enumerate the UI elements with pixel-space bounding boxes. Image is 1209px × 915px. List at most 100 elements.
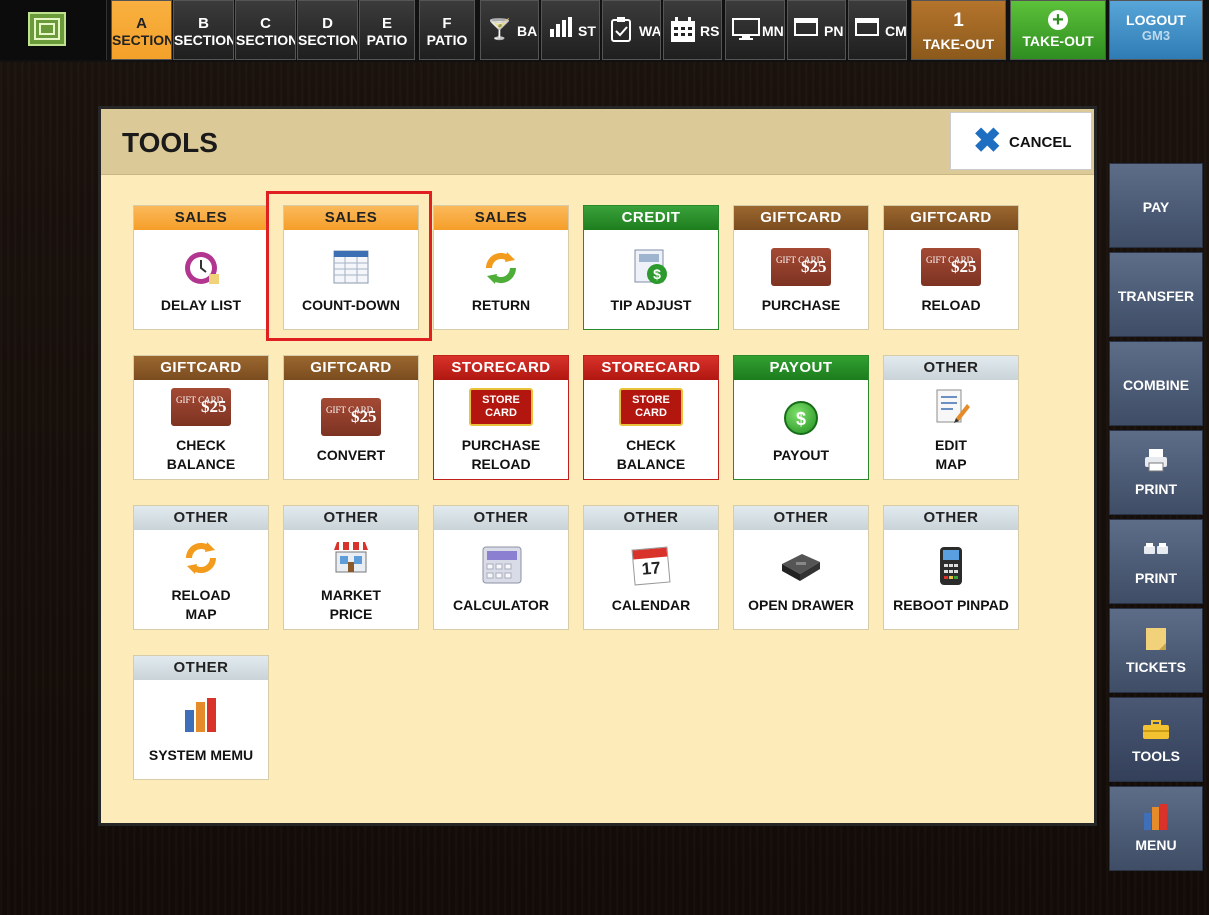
tool-tile-tip-adjust[interactable]: CREDIT $ TIP ADJUST — [583, 205, 719, 330]
tool-tile-calendar[interactable]: OTHER 17 CALENDAR — [583, 505, 719, 630]
tool-tile-giftcard-check-balance[interactable]: GIFTCARD GIFT CARD $25 CHECK BALANCE — [133, 355, 269, 480]
tile-label: PAYOUT — [772, 447, 829, 463]
tile-label: CALENDAR — [611, 597, 691, 613]
sidebar-item-label: COMBINE — [1122, 377, 1190, 393]
sidebar-transfer-button[interactable]: TRANSFER — [1109, 252, 1203, 337]
cm-button-label: CM — [885, 23, 907, 39]
tool-tile-payout[interactable]: PAYOUT $ PAYOUT — [733, 355, 869, 480]
tile-category: SALES — [134, 206, 268, 230]
edit-doc-icon — [934, 388, 970, 431]
section-label: SECTION — [298, 32, 358, 48]
monitor-button[interactable]: MN — [725, 0, 785, 60]
logout-button[interactable]: LOGOUT GM3 — [1109, 0, 1203, 60]
sidebar-item-label: PRINT — [1135, 481, 1177, 497]
logout-label: LOGOUT — [1126, 12, 1186, 28]
sidebar-pay-button[interactable]: PAY — [1109, 163, 1203, 248]
svg-text:$: $ — [653, 266, 661, 282]
cash-drawer-icon — [780, 552, 822, 587]
clipboard-icon — [609, 17, 633, 49]
tool-tile-giftcard-reload[interactable]: GIFTCARD GIFT CARD $25 RELOAD — [883, 205, 1019, 330]
tile-category: GIFTCARD — [284, 356, 418, 380]
tool-tile-calculator[interactable]: OTHER CALCULATOR — [433, 505, 569, 630]
tile-category: OTHER — [584, 506, 718, 530]
tile-label: EDIT MAP — [935, 437, 967, 472]
tool-tile-delay-list[interactable]: SALES DELAY LIST — [133, 205, 269, 330]
sidebar-menu-button[interactable]: MENU — [1109, 786, 1203, 871]
section-letter: B — [198, 15, 209, 32]
reload-arrows-icon — [183, 540, 219, 581]
logged-in-user: GM3 — [1141, 28, 1171, 43]
sidebar-combine-button[interactable]: COMBINE — [1109, 341, 1203, 426]
tool-tile-reboot-pinpad[interactable]: OTHER REBOOT PINPAD — [883, 505, 1019, 630]
tool-tile-storecard-purchase-reload[interactable]: STORECARD STORE CARD PURCHASE RELOAD — [433, 355, 569, 480]
section-a-button[interactable]: A SECTION — [111, 0, 172, 60]
tile-category: OTHER — [884, 506, 1018, 530]
tip-dollar-icon: $ — [633, 248, 669, 291]
section-letter: F — [442, 15, 452, 32]
new-takeout-button[interactable]: + TAKE-OUT — [1010, 0, 1106, 60]
store-card-icon: STORE CARD — [469, 388, 533, 426]
reservation-button[interactable]: RS — [663, 0, 722, 60]
section-c-button[interactable]: C SECTION — [235, 0, 296, 60]
tile-label: DELAY LIST — [160, 297, 242, 313]
dialog-title: TOOLS — [122, 127, 218, 158]
market-stall-icon — [332, 540, 370, 581]
logo-icon — [28, 12, 66, 46]
tile-label: OPEN DRAWER — [748, 597, 854, 613]
gift-card-value: $25 — [801, 257, 827, 276]
cm-button[interactable]: CM — [848, 0, 907, 60]
section-letter: E — [381, 15, 392, 32]
window-icon — [855, 17, 879, 43]
gift-card-icon: GIFT CARD $25 — [921, 248, 981, 286]
section-label: SECTION — [174, 32, 234, 48]
tool-tile-market-price[interactable]: OTHER MARKET PRICE — [283, 505, 419, 630]
cancel-label: CANCEL — [1009, 134, 1072, 151]
tile-category: GIFTCARD — [134, 356, 268, 380]
section-letter: D — [322, 15, 333, 32]
tile-category: OTHER — [434, 506, 568, 530]
gift-card-icon: GIFT CARD $25 — [171, 388, 231, 426]
takeout-count: 1 — [953, 10, 964, 31]
tool-tile-open-drawer[interactable]: OTHER OPEN DRAWER — [733, 505, 869, 630]
takeout-count-button[interactable]: 1 TAKE-OUT — [911, 0, 1006, 60]
stats-button[interactable]: ST — [541, 0, 600, 60]
sidebar-tickets-button[interactable]: TICKETS — [1109, 608, 1203, 693]
tile-category: OTHER — [884, 356, 1018, 380]
tile-label: RELOAD MAP — [171, 587, 231, 622]
tile-category: STORECARD — [434, 356, 568, 380]
tile-label: REBOOT PINPAD — [893, 597, 1009, 613]
bar-button[interactable]: 🍸 BA — [480, 0, 539, 60]
tool-tile-giftcard-convert[interactable]: GIFTCARD GIFT CARD $25 CONVERT — [283, 355, 419, 480]
toolbox-icon — [1142, 720, 1170, 743]
section-e-button[interactable]: E PATIO — [359, 0, 415, 60]
sidebar-tools-button[interactable]: TOOLS — [1109, 697, 1203, 782]
selection-highlight — [266, 191, 432, 341]
tool-tile-return[interactable]: SALES RETURN — [433, 205, 569, 330]
double-printer-icon — [1143, 542, 1169, 559]
tool-tile-giftcard-purchase[interactable]: GIFTCARD GIFT CARD $25 PURCHASE — [733, 205, 869, 330]
app-logo[interactable] — [0, 0, 107, 60]
plus-icon: + — [1048, 10, 1068, 30]
sidebar-print-all-button[interactable]: PRINT — [1109, 519, 1203, 604]
pn-button[interactable]: PN — [787, 0, 846, 60]
sidebar-print-button[interactable]: PRINT — [1109, 430, 1203, 515]
bar-chart-color-icon — [182, 696, 220, 739]
bar-chart-icon — [548, 17, 576, 45]
cancel-button[interactable]: ✖ CANCEL — [950, 112, 1092, 170]
takeout-label: TAKE-OUT — [922, 36, 995, 52]
waitlist-button[interactable]: WA — [602, 0, 661, 60]
tile-label: CHECK BALANCE — [616, 437, 686, 472]
tool-tile-storecard-check-balance[interactable]: STORECARD STORE CARD CHECK BALANCE — [583, 355, 719, 480]
tool-tile-system-memu[interactable]: OTHER SYSTEM MEMU — [133, 655, 269, 780]
section-b-button[interactable]: B SECTION — [173, 0, 234, 60]
recycle-arrows-icon — [483, 250, 519, 291]
tile-category: CREDIT — [584, 206, 718, 230]
gift-card-icon: GIFT CARD $25 — [771, 248, 831, 286]
monitor-icon — [732, 17, 760, 47]
tool-tile-reload-map[interactable]: OTHER RELOAD MAP — [133, 505, 269, 630]
section-f-button[interactable]: F PATIO — [419, 0, 475, 60]
tool-tile-edit-map[interactable]: OTHER EDIT MAP — [883, 355, 1019, 480]
section-label: SECTION — [112, 32, 172, 48]
section-d-button[interactable]: D SECTION — [297, 0, 358, 60]
stats-button-label: ST — [578, 23, 596, 39]
